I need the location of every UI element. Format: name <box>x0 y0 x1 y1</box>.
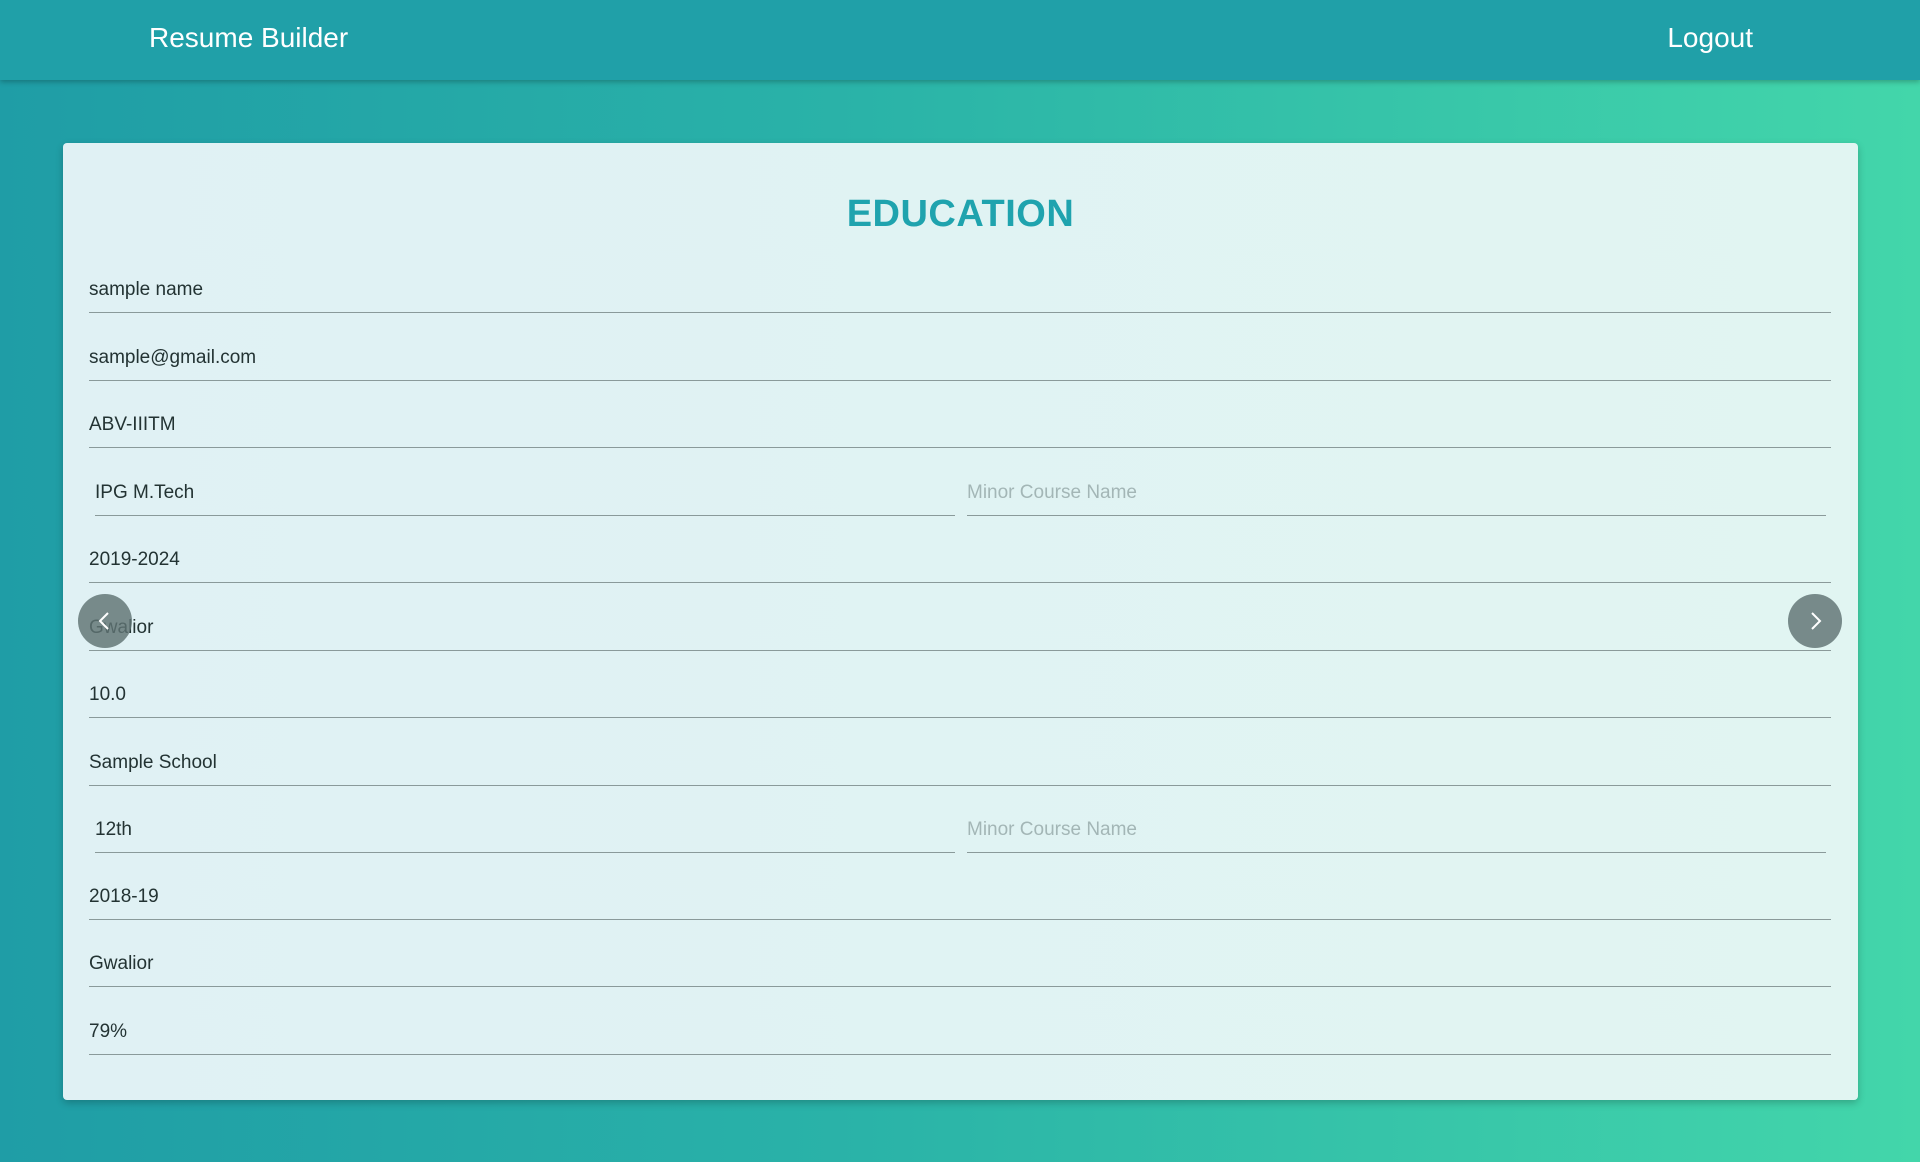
college-course-field[interactable] <box>95 471 955 516</box>
school-location-field[interactable] <box>89 942 1831 987</box>
brand-link[interactable]: Resume Builder <box>149 22 348 54</box>
school-course-field[interactable] <box>95 808 955 853</box>
email-field[interactable] <box>89 336 1831 381</box>
college-name-field[interactable] <box>89 403 1831 448</box>
school-minor-course-field[interactable] <box>967 808 1826 853</box>
chevron-left-icon <box>98 612 109 630</box>
navbar: Resume Builder Logout <box>0 0 1920 80</box>
chevron-right-icon <box>1811 612 1822 630</box>
name-field[interactable] <box>89 268 1831 313</box>
education-card: EDUCATION <box>63 143 1858 1100</box>
college-location-field[interactable] <box>89 606 1831 651</box>
section-title: EDUCATION <box>846 193 1075 235</box>
college-year-field[interactable] <box>89 538 1831 583</box>
school-year-field[interactable] <box>89 875 1831 920</box>
school-score-field[interactable] <box>89 1010 1831 1055</box>
carousel-prev-button[interactable] <box>78 594 132 648</box>
school-name-field[interactable] <box>89 741 1831 786</box>
college-score-field[interactable] <box>89 673 1831 718</box>
logout-button[interactable]: Logout <box>1667 22 1753 54</box>
college-minor-course-field[interactable] <box>967 471 1826 516</box>
carousel-next-button[interactable] <box>1788 594 1842 648</box>
